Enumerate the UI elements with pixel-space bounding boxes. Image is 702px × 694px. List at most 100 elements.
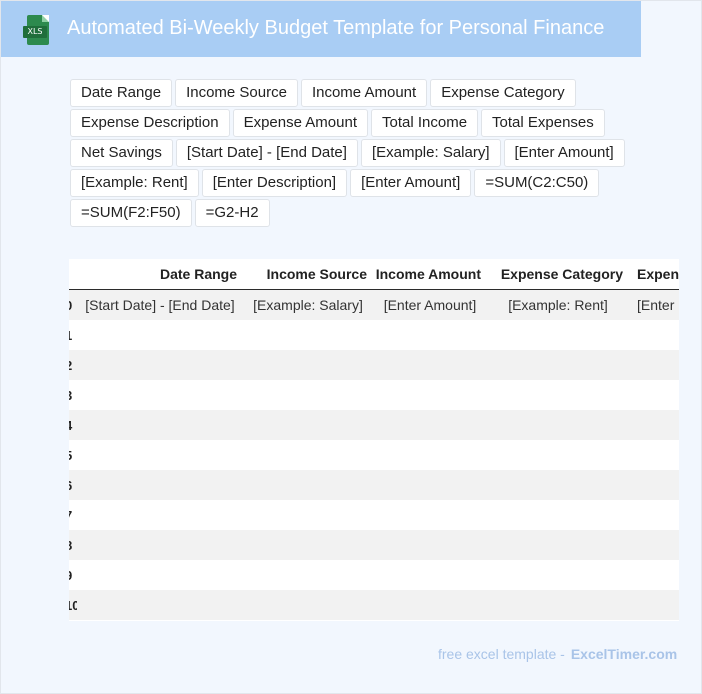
chip: [Enter Amount] (350, 169, 472, 197)
table-cell[interactable] (487, 410, 629, 440)
table-cell[interactable] (373, 470, 487, 500)
row-index[interactable]: 10 (69, 590, 77, 620)
row-index[interactable]: 8 (69, 530, 77, 560)
footer-brand-link[interactable]: ExcelTimer.com (571, 646, 677, 662)
table-row: 6 (69, 470, 679, 500)
table-row: 2 (69, 350, 679, 380)
table-cell[interactable] (487, 320, 629, 350)
chip: =G2-H2 (194, 199, 270, 227)
table-cell[interactable] (487, 380, 629, 410)
chip: Income Source (175, 79, 298, 107)
row-index[interactable]: 0 (69, 289, 77, 320)
footer-text: free excel template - (438, 646, 565, 662)
table-cell[interactable] (487, 470, 629, 500)
budget-table[interactable]: Date Range Income Source Income Amount E… (69, 259, 679, 621)
table-cell[interactable] (373, 530, 487, 560)
page-title: Automated Bi-Weekly Budget Template for … (67, 17, 605, 39)
chip: =SUM(F2:F50) (70, 199, 192, 227)
table-header-row: Date Range Income Source Income Amount E… (69, 259, 679, 290)
table-cell[interactable]: [Example: Salary] (243, 289, 373, 320)
table-cell[interactable] (243, 350, 373, 380)
column-header: Expense Category (487, 259, 629, 290)
chip: [Enter Amount] (503, 139, 625, 167)
table-cell[interactable] (373, 560, 487, 590)
chip: =SUM(C2:C50) (474, 169, 600, 197)
table-cell[interactable] (77, 530, 243, 560)
table-cell[interactable] (629, 500, 679, 530)
table-cell[interactable] (629, 380, 679, 410)
table-row: 4 (69, 410, 679, 440)
table-cell[interactable] (373, 380, 487, 410)
column-header (69, 259, 77, 290)
table-cell[interactable] (77, 560, 243, 590)
table-cell[interactable] (629, 590, 679, 620)
table-cell[interactable] (373, 410, 487, 440)
chip: Expense Category (430, 79, 576, 107)
table-cell[interactable] (243, 560, 373, 590)
table-cell[interactable] (373, 320, 487, 350)
table-cell[interactable] (243, 320, 373, 350)
table-row: 5 (69, 440, 679, 470)
table-cell[interactable] (373, 350, 487, 380)
table-row: 10 (69, 590, 679, 620)
chip: [Start Date] - [End Date] (175, 139, 358, 167)
xls-icon-label: XLS (23, 26, 47, 38)
row-index[interactable]: 6 (69, 470, 77, 500)
table-cell[interactable] (77, 440, 243, 470)
page: XLS Automated Bi-Weekly Budget Template … (0, 0, 702, 694)
table-cell[interactable]: [Example: Rent] (487, 289, 629, 320)
row-index[interactable]: 2 (69, 350, 77, 380)
table-cell[interactable] (243, 530, 373, 560)
table-cell[interactable] (487, 440, 629, 470)
table-cell[interactable] (243, 380, 373, 410)
table-cell[interactable] (243, 590, 373, 620)
table-cell[interactable] (629, 440, 679, 470)
table-cell[interactable] (629, 470, 679, 500)
table-cell[interactable] (243, 440, 373, 470)
table-cell[interactable]: [Enter Amount] (373, 289, 487, 320)
chip: Expense Description (70, 109, 230, 137)
table-row: 0[Start Date] - [End Date][Example: Sala… (69, 289, 679, 320)
table-cell[interactable] (77, 320, 243, 350)
table-cell[interactable]: [Enter Description] (629, 289, 679, 320)
table-cell[interactable] (487, 590, 629, 620)
table-cell[interactable] (487, 560, 629, 590)
row-index[interactable]: 4 (69, 410, 77, 440)
table-cell[interactable] (487, 500, 629, 530)
chip: [Example: Salary] (360, 139, 501, 167)
table-cell[interactable] (77, 410, 243, 440)
table-cell[interactable] (243, 410, 373, 440)
chip: Date Range (70, 79, 173, 107)
header-banner: XLS Automated Bi-Weekly Budget Template … (1, 1, 641, 57)
table-cell[interactable] (629, 530, 679, 560)
table-cell[interactable] (487, 350, 629, 380)
table-cell[interactable] (373, 440, 487, 470)
table-cell[interactable] (373, 590, 487, 620)
field-chip-list: Date Range Income Source Income Amount E… (70, 79, 630, 227)
table-cell[interactable] (629, 560, 679, 590)
table-cell[interactable] (77, 350, 243, 380)
row-index[interactable]: 9 (69, 560, 77, 590)
row-index[interactable]: 7 (69, 500, 77, 530)
table-cell[interactable] (243, 500, 373, 530)
table-cell[interactable]: [Start Date] - [End Date] (77, 289, 243, 320)
table-cell[interactable] (629, 320, 679, 350)
table-row: 1 (69, 320, 679, 350)
row-index[interactable]: 5 (69, 440, 77, 470)
xls-file-icon: XLS (23, 15, 51, 45)
row-index[interactable]: 3 (69, 380, 77, 410)
column-header: Income Amount (373, 259, 487, 290)
table-cell[interactable] (487, 530, 629, 560)
column-header: Date Range (77, 259, 243, 290)
table-cell[interactable] (629, 350, 679, 380)
table-cell[interactable] (77, 380, 243, 410)
table-cell[interactable] (77, 590, 243, 620)
table-cell[interactable] (629, 410, 679, 440)
table-cell[interactable] (77, 470, 243, 500)
table-cell[interactable] (373, 500, 487, 530)
table-cell[interactable] (243, 470, 373, 500)
chip: Income Amount (300, 79, 428, 107)
table-body: 0[Start Date] - [End Date][Example: Sala… (69, 289, 679, 620)
row-index[interactable]: 1 (69, 320, 77, 350)
table-cell[interactable] (77, 500, 243, 530)
